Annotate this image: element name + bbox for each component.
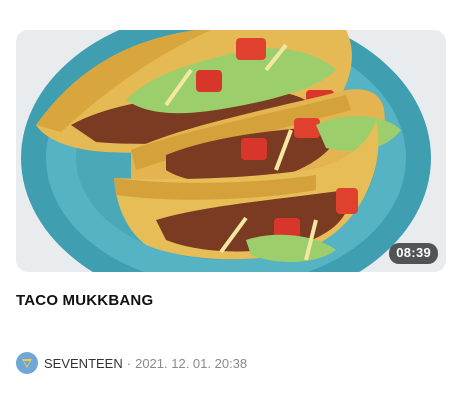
video-title[interactable]: TACO MUKKBANG (16, 292, 153, 309)
seventeen-logo-icon[interactable] (16, 352, 38, 374)
video-thumbnail[interactable]: 08:39 (16, 30, 446, 272)
video-card[interactable]: 08:39 TACO MUKKBANG SEVENTEEN · 2021. 12… (0, 0, 460, 400)
channel-name[interactable]: SEVENTEEN (44, 356, 123, 371)
upload-date: 2021. 12. 01. 20:38 (135, 355, 248, 371)
video-meta: SEVENTEEN · 2021. 12. 01. 20:38 (16, 352, 247, 374)
duration-badge: 08:39 (389, 243, 438, 264)
taco-thumbnail-image (16, 30, 446, 272)
meta-separator: · (126, 355, 132, 371)
